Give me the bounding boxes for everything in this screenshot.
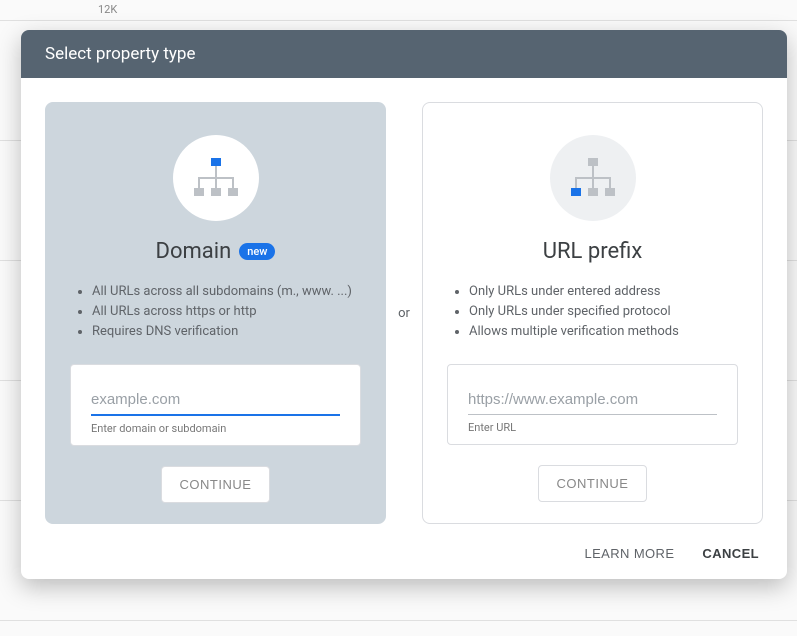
url-prefix-sitemap-icon [550,135,636,221]
select-property-dialog: Select property type Domain new All URLs… [21,30,787,579]
dialog-body: Domain new All URLs across all subdomain… [21,78,787,532]
domain-card[interactable]: Domain new All URLs across all subdomain… [45,102,386,524]
url-prefix-bullets: Only URLs under entered address Only URL… [447,282,738,346]
bullet: All URLs across all subdomains (m., www.… [92,282,361,302]
bullet: Requires DNS verification [92,322,361,342]
dialog-title: Select property type [21,30,787,78]
dialog-footer: LEARN MORE CANCEL [21,532,787,579]
new-badge: new [239,243,275,260]
domain-continue-button[interactable]: CONTINUE [161,466,271,503]
bullet: Only URLs under specified protocol [469,302,738,322]
axis-tick-label: 12K [98,3,117,16]
url-prefix-card[interactable]: URL prefix Only URLs under entered addre… [422,102,763,524]
bullet: All URLs across https or http [92,302,361,322]
domain-bullets: All URLs across all subdomains (m., www.… [70,282,361,346]
learn-more-button[interactable]: LEARN MORE [584,546,674,561]
bullet: Allows multiple verification methods [469,322,738,342]
cancel-button[interactable]: CANCEL [702,546,759,561]
domain-helper: Enter domain or subdomain [91,422,340,435]
domain-sitemap-icon [173,135,259,221]
url-prefix-input-box: Enter URL [447,364,738,445]
bullet: Only URLs under entered address [469,282,738,302]
url-prefix-input[interactable] [468,385,717,415]
url-prefix-continue-button[interactable]: CONTINUE [538,465,648,502]
url-prefix-helper: Enter URL [468,421,717,434]
url-prefix-title: URL prefix [543,239,643,264]
or-divider: or [386,102,422,524]
domain-title: Domain [156,239,232,264]
domain-input-box: Enter domain or subdomain [70,364,361,446]
domain-input[interactable] [91,385,340,416]
